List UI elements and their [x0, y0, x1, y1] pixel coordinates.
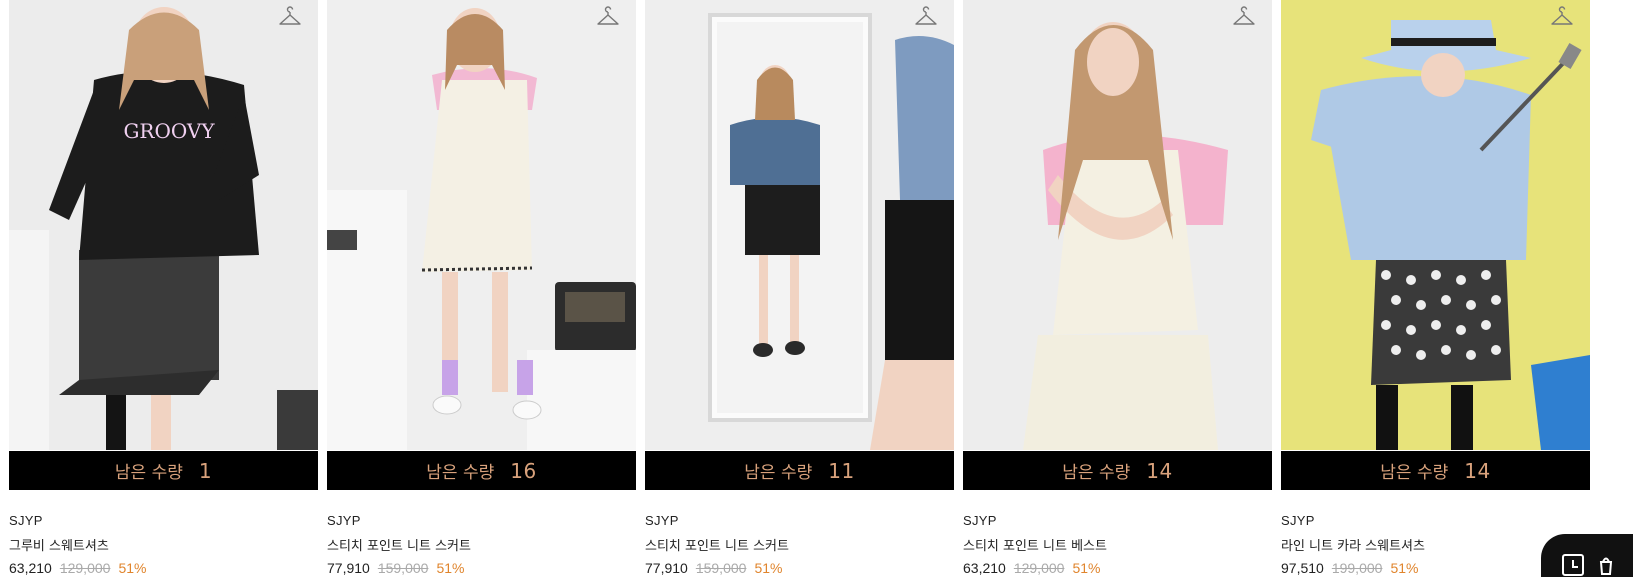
original-price: 159,000 — [377, 560, 429, 576]
stock-count: 14 — [1464, 458, 1491, 483]
remaining-stock-bar: 남은 수량 14 — [1281, 451, 1590, 490]
discount-rate: 51% — [118, 560, 147, 576]
product-brand: SJYP — [1281, 513, 1315, 528]
price-row: 63,210 129,000 51% — [963, 560, 1100, 576]
discount-rate: 51% — [754, 560, 783, 576]
remaining-stock-bar: 남은 수량 14 — [963, 451, 1272, 490]
product-name[interactable]: 라인 니트 카라 스웨트셔츠 — [1281, 535, 1425, 554]
product-grid: GROOVY 남은 수량 1 SJYP 그루비 스웨트셔츠 63,210 129,… — [9, 0, 1633, 577]
product-brand: SJYP — [327, 513, 361, 528]
product-image[interactable] — [1281, 0, 1590, 450]
stock-count: 16 — [510, 458, 537, 483]
stock-label: 남은 수량 — [744, 463, 813, 483]
stock-label: 남은 수량 — [1380, 463, 1449, 483]
hanger-icon[interactable] — [1550, 6, 1574, 28]
sale-price: 63,210 — [9, 560, 52, 576]
product-brand: SJYP — [963, 513, 997, 528]
stock-label: 남은 수량 — [114, 463, 183, 483]
product-name[interactable]: 그루비 스웨트셔츠 — [9, 535, 109, 554]
remaining-stock-bar: 남은 수량 11 — [645, 451, 954, 490]
stock-label: 남은 수량 — [426, 463, 495, 483]
svg-text:GROOVY: GROOVY — [123, 119, 215, 143]
original-price: 129,000 — [59, 560, 111, 576]
product-brand: SJYP — [9, 513, 43, 528]
product-card[interactable]: 남은 수량 11 SJYP 스티치 포인트 니트 스커트 77,910 159,0… — [645, 0, 954, 577]
price-row: 77,910 159,000 51% — [645, 560, 782, 576]
remaining-stock-bar: 남은 수량 16 — [327, 451, 636, 490]
discount-rate: 51% — [436, 560, 465, 576]
sale-price: 97,510 — [1281, 560, 1324, 576]
stock-count: 11 — [828, 458, 855, 483]
product-image[interactable]: GROOVY — [9, 0, 318, 450]
cart-icon[interactable] — [1599, 554, 1613, 576]
clock-icon[interactable] — [1562, 554, 1584, 576]
product-card[interactable]: 남은 수량 16 SJYP 스티치 포인트 니트 스커트 77,910 159,0… — [327, 0, 636, 577]
original-price: 199,000 — [1331, 560, 1383, 576]
hanger-icon[interactable] — [914, 6, 938, 28]
remaining-stock-bar: 남은 수량 1 — [9, 451, 318, 490]
discount-rate: 51% — [1390, 560, 1419, 576]
product-image[interactable] — [327, 0, 636, 450]
discount-rate: 51% — [1072, 560, 1101, 576]
product-image[interactable] — [963, 0, 1272, 450]
floating-quick-menu[interactable] — [1541, 534, 1633, 577]
product-image[interactable] — [645, 0, 954, 450]
sale-price: 77,910 — [327, 560, 370, 576]
price-row: 63,210 129,000 51% — [9, 560, 146, 576]
stock-label: 남은 수량 — [1062, 463, 1131, 483]
product-name[interactable]: 스티치 포인트 니트 베스트 — [963, 535, 1107, 554]
stock-count: 14 — [1146, 458, 1173, 483]
original-price: 159,000 — [695, 560, 747, 576]
product-name[interactable]: 스티치 포인트 니트 스커트 — [645, 535, 789, 554]
product-card[interactable]: 남은 수량 14 SJYP 라인 니트 카라 스웨트셔츠 97,510 199,0… — [1281, 0, 1590, 577]
product-card[interactable]: 남은 수량 14 SJYP 스티치 포인트 니트 베스트 63,210 129,0… — [963, 0, 1272, 577]
original-price: 129,000 — [1013, 560, 1065, 576]
stock-count: 1 — [198, 458, 213, 483]
price-row: 97,510 199,000 51% — [1281, 560, 1418, 576]
hanger-icon[interactable] — [1232, 6, 1256, 28]
product-brand: SJYP — [645, 513, 679, 528]
price-row: 77,910 159,000 51% — [327, 560, 464, 576]
sale-price: 63,210 — [963, 560, 1006, 576]
product-name[interactable]: 스티치 포인트 니트 스커트 — [327, 535, 471, 554]
product-card[interactable]: GROOVY 남은 수량 1 SJYP 그루비 스웨트셔츠 63,210 129,… — [9, 0, 318, 577]
hanger-icon[interactable] — [596, 6, 620, 28]
hanger-icon[interactable] — [278, 6, 302, 28]
sale-price: 77,910 — [645, 560, 688, 576]
